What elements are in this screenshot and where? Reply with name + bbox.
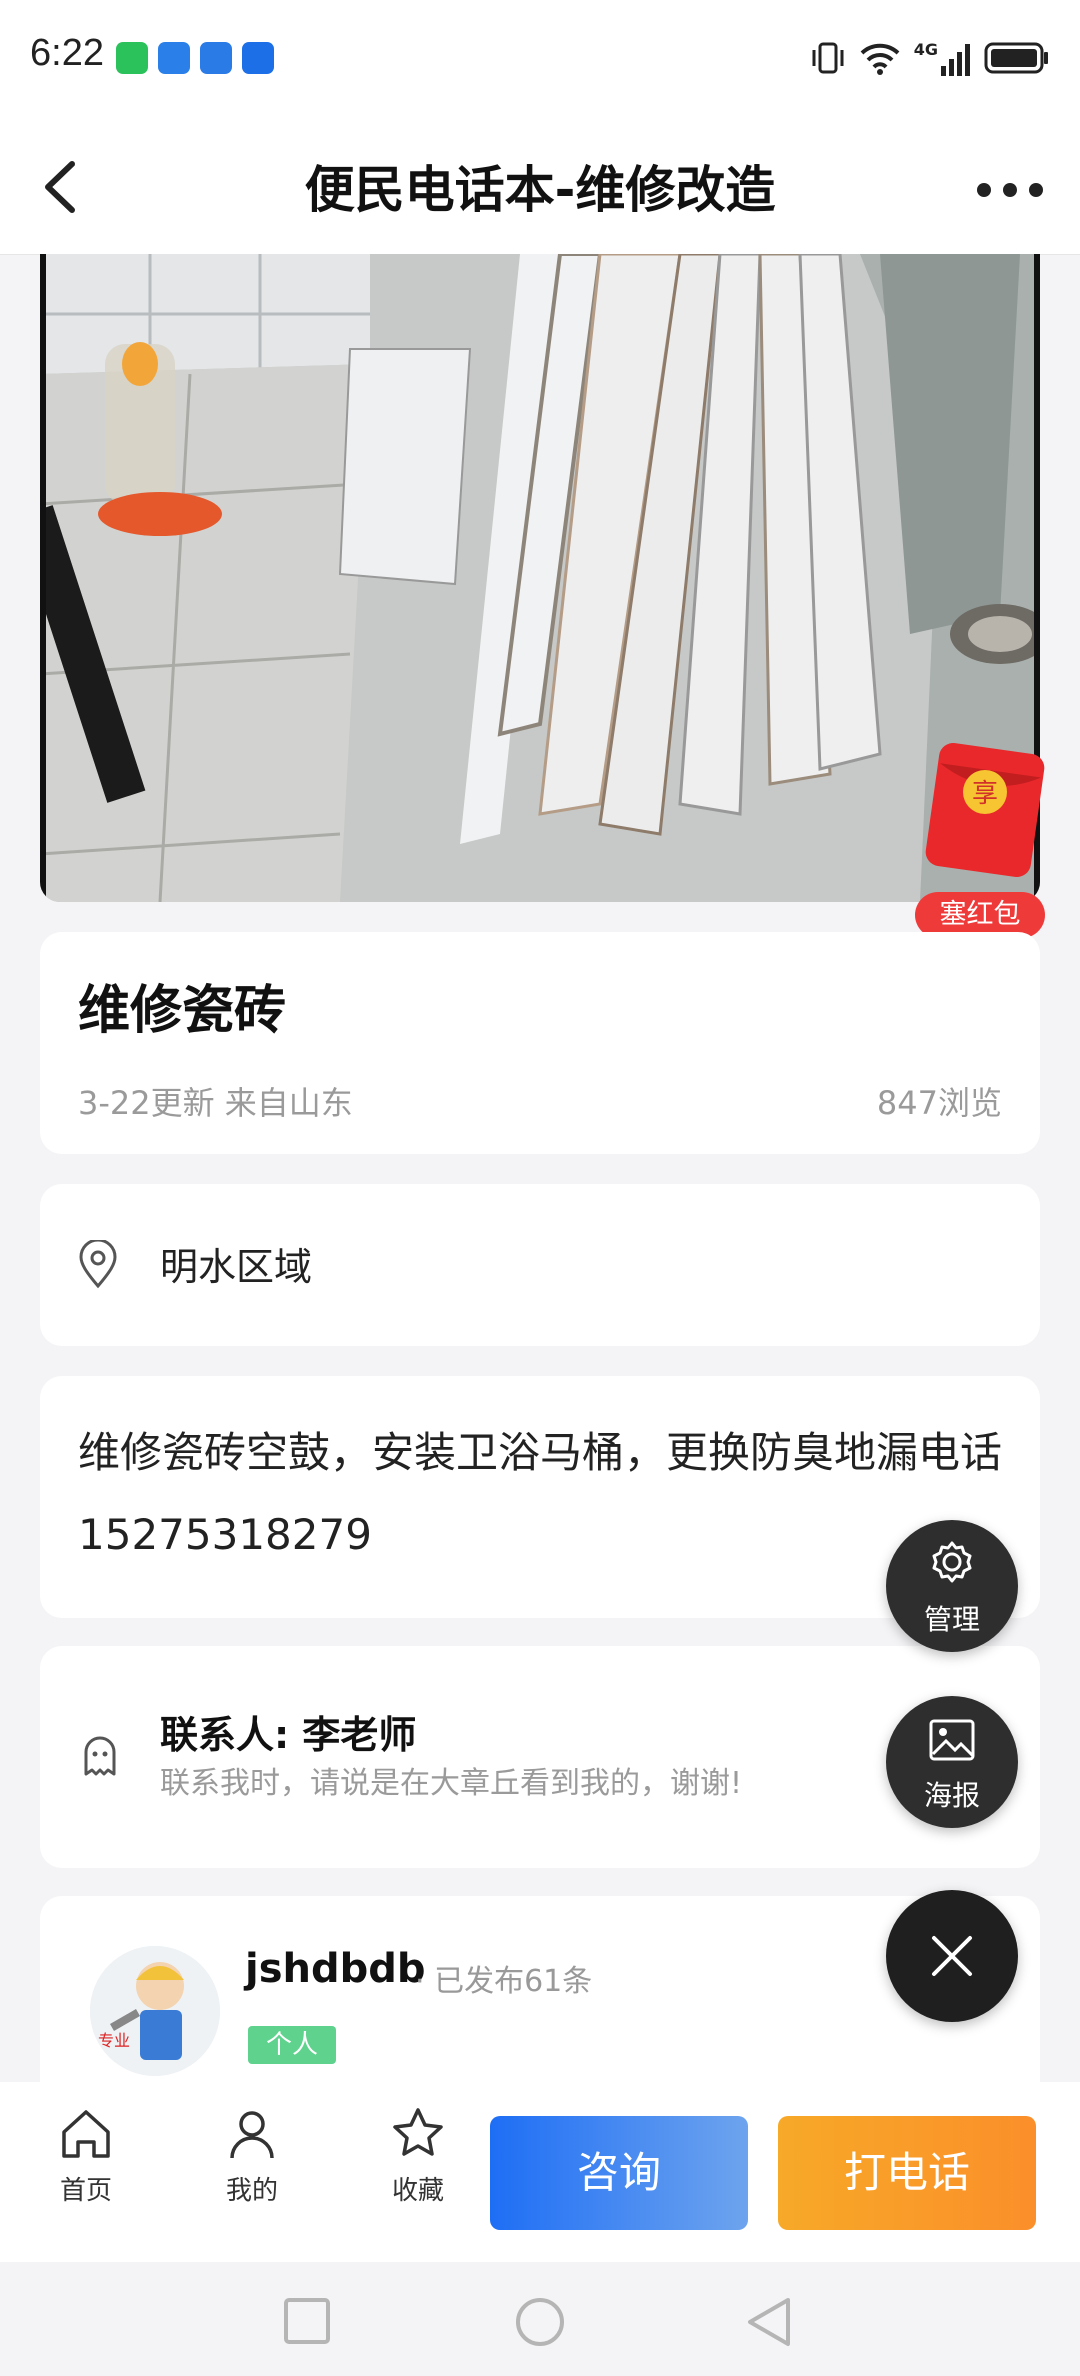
image-icon <box>929 1719 975 1761</box>
poster-label: 海报 <box>923 1779 980 1812</box>
back-triangle-icon[interactable] <box>744 2296 794 2348</box>
manage-label: 管理 <box>923 1603 980 1636</box>
call-button[interactable]: 打电话 <box>778 2116 1036 2230</box>
status-time: 6:22 <box>30 32 104 74</box>
red-packet-badge: 享 <box>972 779 998 809</box>
gear-icon <box>932 1541 972 1583</box>
avatar-text: 专业 <box>98 2031 130 2050</box>
tab-mine[interactable]: 我的 <box>202 2104 302 2207</box>
system-nav-bar <box>0 2262 1080 2376</box>
user-icon <box>230 2111 274 2159</box>
contact-name: 联系人: 李老师 <box>160 1713 417 1757</box>
poster-button[interactable]: 海报 <box>886 1696 1018 1828</box>
battery-icon <box>984 42 1048 74</box>
xianyu-icon <box>158 42 190 74</box>
close-icon <box>932 1936 972 1976</box>
publisher-tag: 个人 <box>248 2026 337 2064</box>
status-bar: 6:22 4G <box>0 0 1080 120</box>
location-pin-icon <box>79 1240 117 1289</box>
page-title: 便民电话本-维修改造 <box>304 161 776 219</box>
red-packet-icon[interactable]: 享 <box>920 740 1050 880</box>
wifi-icon <box>860 43 900 75</box>
publisher-post-count: · 已发布61条 <box>415 1964 593 1999</box>
consult-button[interactable]: 咨询 <box>490 2116 748 2230</box>
tab-home[interactable]: 首页 <box>36 2104 136 2207</box>
manage-button[interactable]: 管理 <box>886 1520 1018 1652</box>
dingtalk-icon <box>242 42 274 74</box>
post-meta: 3-22更新 来自山东 <box>78 1084 353 1122</box>
app-icon <box>200 42 232 74</box>
avatar[interactable]: 专业 <box>90 1946 220 2076</box>
contact-icon <box>84 1736 116 1776</box>
publisher-name[interactable]: jshdbdb <box>245 1946 426 1992</box>
recent-apps-icon[interactable] <box>282 2296 332 2346</box>
more-icon[interactable] <box>970 160 1050 220</box>
location-text: 明水区域 <box>160 1245 313 1289</box>
description-text: 维修瓷砖空鼓，安装卫浴马桶，更换防臭地漏电话15275318279 <box>78 1428 1003 1559</box>
post-views: 847浏览 <box>876 1084 1002 1122</box>
vibrate-icon <box>812 42 844 74</box>
tab-favorite-label: 收藏 <box>391 2176 444 2206</box>
network-label: 4G <box>913 40 938 59</box>
contact-tip: 联系我时，请说是在大章丘看到我的，谢谢! <box>160 1766 743 1801</box>
4g-signal-icon: 4G <box>914 40 970 76</box>
post-title: 维修瓷砖 <box>78 981 287 1041</box>
nav-bar: 便民电话本-维修改造 <box>0 120 1080 255</box>
bottom-action-bar: 首页 我的 收藏 咨询 打电话 <box>0 2082 1080 2262</box>
tab-home-label: 首页 <box>59 2176 112 2206</box>
location-card[interactable]: 明水区域 <box>40 1184 1040 1346</box>
tab-mine-label: 我的 <box>225 2176 278 2206</box>
close-fab-button[interactable] <box>886 1890 1018 2022</box>
tab-favorite[interactable]: 收藏 <box>368 2104 468 2207</box>
star-icon <box>393 2108 443 2156</box>
post-title-card: 维修瓷砖 3-22更新 来自山东 847浏览 <box>40 932 1040 1154</box>
post-image[interactable] <box>40 254 1040 902</box>
home-circle-icon[interactable] <box>514 2296 566 2348</box>
home-icon <box>62 2110 110 2158</box>
wechat-icon <box>116 42 148 74</box>
